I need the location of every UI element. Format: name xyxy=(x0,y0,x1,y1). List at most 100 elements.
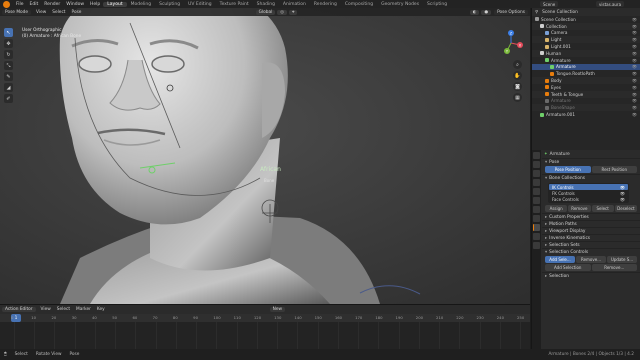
visibility-eye-icon[interactable]: 👁 xyxy=(632,24,637,29)
frame-ruler[interactable]: 1 0 10 20 30 40 50 60 70 80 90 100 110 120 130 140 150 1… xyxy=(0,314,530,322)
tab-geometry-nodes[interactable]: Geometry Nodes xyxy=(377,2,423,7)
outliner-row[interactable]: Camera 👁 xyxy=(532,30,640,37)
outliner-row[interactable]: Armature 👁 xyxy=(532,98,640,105)
assign-button[interactable]: Assign xyxy=(545,205,568,212)
menu-window[interactable]: Window xyxy=(63,2,87,7)
tab-world-icon[interactable] xyxy=(533,197,540,204)
overlay-icon[interactable]: ◐ xyxy=(469,9,480,15)
tab-shading[interactable]: Shading xyxy=(253,2,279,7)
outliner-row[interactable]: Tongue.RootIoPath 👁 xyxy=(532,70,640,77)
menu-edit[interactable]: Edit xyxy=(27,2,42,7)
section-selection-sets[interactable]: ▸ Selection Sets xyxy=(542,241,640,248)
remove-selection-set-button[interactable]: Remove... xyxy=(576,256,606,263)
rest-position-button[interactable]: Rest Position xyxy=(591,166,637,173)
remove-selection-button[interactable]: Remove... xyxy=(591,264,637,271)
timeline-menu-marker[interactable]: Marker xyxy=(73,307,94,312)
remove-button[interactable]: Remove xyxy=(568,205,591,212)
visibility-eye-icon[interactable]: 👁 xyxy=(632,17,637,22)
zoom-icon[interactable]: ⌕ xyxy=(513,60,522,69)
tab-scripting[interactable]: Scripting xyxy=(423,2,451,7)
section-bone-collections[interactable]: ▾ Bone Collections xyxy=(542,174,640,181)
snap-icon[interactable]: ⌖ xyxy=(289,9,298,15)
camera-icon[interactable]: ◙ xyxy=(513,82,522,91)
grid-icon[interactable]: ▦ xyxy=(513,93,522,102)
tab-tool-icon[interactable] xyxy=(533,152,540,159)
visibility-eye-icon[interactable]: 👁 xyxy=(632,51,637,56)
outliner-filter-icon[interactable]: ⚲ xyxy=(535,10,538,15)
viewport-menu-view[interactable]: View xyxy=(33,10,49,15)
visibility-eye-icon[interactable]: 👁 xyxy=(632,112,637,117)
rotate-tool-icon[interactable]: ↻ xyxy=(4,50,13,59)
outliner-row[interactable]: BoneShape 👁 xyxy=(532,104,640,112)
blender-logo-icon[interactable] xyxy=(3,0,10,8)
tab-render-icon[interactable] xyxy=(533,161,540,168)
scene-selector[interactable]: Scene xyxy=(540,1,559,7)
viewport-menu-pose[interactable]: Pose xyxy=(69,10,85,15)
outliner-row[interactable]: Teeth & Tongue 👁 xyxy=(532,90,640,98)
timeline-menu-select[interactable]: Select xyxy=(54,307,73,312)
visibility-eye-icon[interactable]: 👁 xyxy=(632,58,637,63)
tab-modeling[interactable]: Modeling xyxy=(127,2,155,7)
visibility-eye-icon[interactable]: 👁 xyxy=(632,44,637,49)
pivot-icon[interactable]: ◎ xyxy=(277,9,288,15)
timeline-menu-view[interactable]: View xyxy=(38,307,54,312)
visibility-eye-icon[interactable]: 👁 xyxy=(632,98,637,103)
tab-modifiers-icon[interactable] xyxy=(533,215,540,222)
tab-object-icon[interactable] xyxy=(533,206,540,213)
pose-position-button[interactable]: Pose Position xyxy=(545,166,591,173)
tab-scene-icon[interactable] xyxy=(533,188,540,195)
tab-constraints-icon[interactable] xyxy=(533,242,540,249)
shading-solid-icon[interactable]: ● xyxy=(481,9,492,15)
outliner-row[interactable]: Scene Collection 👁 xyxy=(532,16,640,23)
tab-armature-data-icon[interactable] xyxy=(533,224,540,231)
section-viewport-display[interactable]: ▸ Viewport Display xyxy=(542,227,640,234)
pose-brush-tool-icon[interactable]: ✐ xyxy=(4,94,13,103)
tab-layout[interactable]: Layout xyxy=(103,1,127,7)
visibility-eye-icon[interactable]: 👁 xyxy=(632,105,637,110)
tab-sculpting[interactable]: Sculpting xyxy=(155,2,184,7)
visibility-eye-icon[interactable]: 👁 xyxy=(632,71,637,76)
keyframe-area[interactable] xyxy=(0,322,530,349)
section-selection-controls[interactable]: ▾ Selection Controls xyxy=(542,248,640,255)
pose-options-dropdown[interactable]: Pose Options xyxy=(494,9,528,15)
orientation-dropdown[interactable]: Global xyxy=(255,9,276,15)
eye-icon[interactable]: 👁 xyxy=(620,197,625,202)
new-action-button[interactable]: New xyxy=(269,307,286,312)
outliner-row[interactable]: Collection 👁 xyxy=(532,22,640,30)
visibility-eye-icon[interactable]: 👁 xyxy=(632,64,637,69)
section-inverse-kinematics[interactable]: ▸ Inverse Kinematics xyxy=(542,234,640,241)
menu-help[interactable]: Help xyxy=(87,2,103,7)
tab-uv-editing[interactable]: UV Editing xyxy=(184,2,215,7)
menu-file[interactable]: File xyxy=(13,2,27,7)
select-button[interactable]: Select xyxy=(591,205,614,212)
tab-compositing[interactable]: Compositing xyxy=(341,2,377,7)
tab-view-layer-icon[interactable] xyxy=(533,179,540,186)
tab-texture-paint[interactable]: Texture Paint xyxy=(216,2,253,7)
menu-render[interactable]: Render xyxy=(41,2,63,7)
visibility-eye-icon[interactable]: 👁 xyxy=(632,30,637,35)
tab-output-icon[interactable] xyxy=(533,170,540,177)
navigation-gizmo[interactable]: X Y Z xyxy=(498,30,524,56)
move-tool-icon[interactable]: ✥ xyxy=(4,39,13,48)
outliner-row[interactable]: Armature 👁 xyxy=(532,57,640,64)
visibility-eye-icon[interactable]: 👁 xyxy=(632,92,637,97)
visibility-eye-icon[interactable]: 👁 xyxy=(632,78,637,83)
3d-viewport[interactable]: Pose Mode View Select Pose Global ◎ ⌖ ◐ … xyxy=(0,8,530,304)
viewport-menu-select[interactable]: Select xyxy=(49,10,68,15)
deselect-button[interactable]: Deselect xyxy=(614,205,637,212)
measure-tool-icon[interactable]: ◢ xyxy=(4,83,13,92)
select-tool-icon[interactable]: ↖ xyxy=(4,28,13,37)
editor-type-dropdown[interactable]: Action Editor xyxy=(2,307,36,312)
tab-bone-icon[interactable] xyxy=(533,233,540,240)
annotate-tool-icon[interactable]: ✎ xyxy=(4,72,13,81)
outliner-row[interactable]: Light 👁 xyxy=(532,36,640,44)
eye-icon[interactable]: 👁 xyxy=(620,191,625,196)
outliner-row[interactable]: Armature 👁 xyxy=(532,63,640,71)
tab-animation[interactable]: Animation xyxy=(279,2,310,7)
section-motion-paths[interactable]: ▸ Motion Paths xyxy=(542,220,640,227)
pan-hand-icon[interactable]: ✋ xyxy=(513,71,522,80)
scale-tool-icon[interactable]: ⤡ xyxy=(4,61,13,70)
outliner-row[interactable]: Body 👁 xyxy=(532,77,640,84)
section-selection[interactable]: ▸ Selection xyxy=(542,272,640,279)
add-selection-button[interactable]: Add Selection xyxy=(545,264,591,271)
